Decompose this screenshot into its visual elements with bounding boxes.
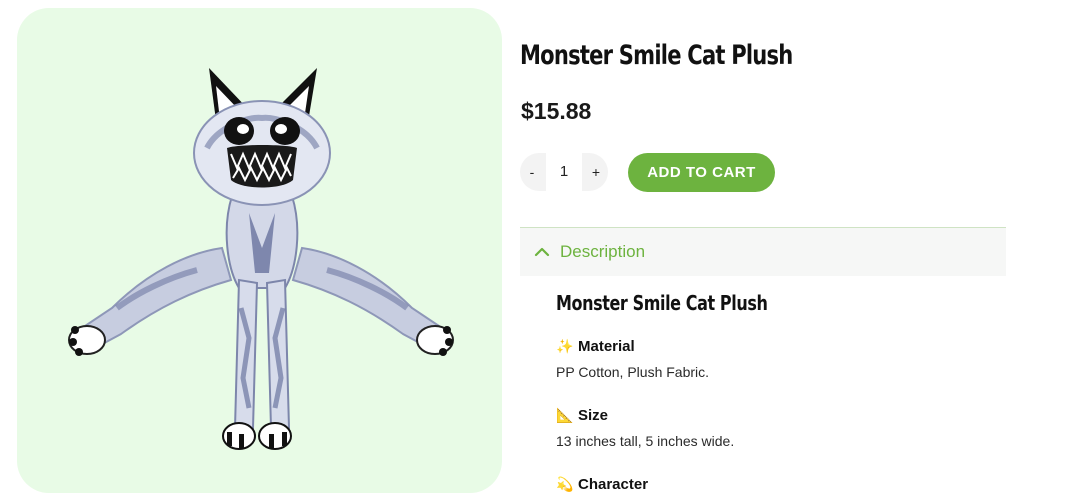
description-accordion-label: Description [560,242,646,261]
dizzy-star-icon: 💫 [556,476,574,492]
spec-heading-label: Character [578,476,649,493]
description-title: Monster Smile Cat Plush [556,291,768,315]
product-title: Monster Smile Cat Plush [520,40,793,71]
quantity-stepper: - 1 + [520,153,608,191]
add-to-cart-button[interactable]: ADD TO CART [628,153,775,192]
spec-heading-label: Material [578,338,635,355]
product-image[interactable] [17,8,502,493]
spec-heading-character: 💫 Character [556,476,648,493]
chevron-up-icon [534,247,550,257]
product-price: $15.88 [521,98,592,124]
spec-value-material: PP Cotton, Plush Fabric. [556,364,710,380]
product-page: Monster Smile Cat Plush $15.88 - 1 + ADD… [0,0,1080,497]
spec-heading-label: Size [578,407,609,424]
sparkles-icon: ✨ [556,338,574,354]
decrease-quantity-button[interactable]: - [520,164,544,180]
cat-plush-illustration [68,68,454,450]
spec-value-size: 13 inches tall, 5 inches wide. [556,433,735,449]
spec-heading-size: 📐 Size [556,407,608,424]
spec-heading-material: ✨ Material [556,338,635,355]
description-accordion-header[interactable]: Description [520,227,1006,276]
increase-quantity-button[interactable]: + [584,164,608,180]
quantity-input[interactable]: 1 [546,153,582,191]
triangular-ruler-icon: 📐 [556,407,574,423]
